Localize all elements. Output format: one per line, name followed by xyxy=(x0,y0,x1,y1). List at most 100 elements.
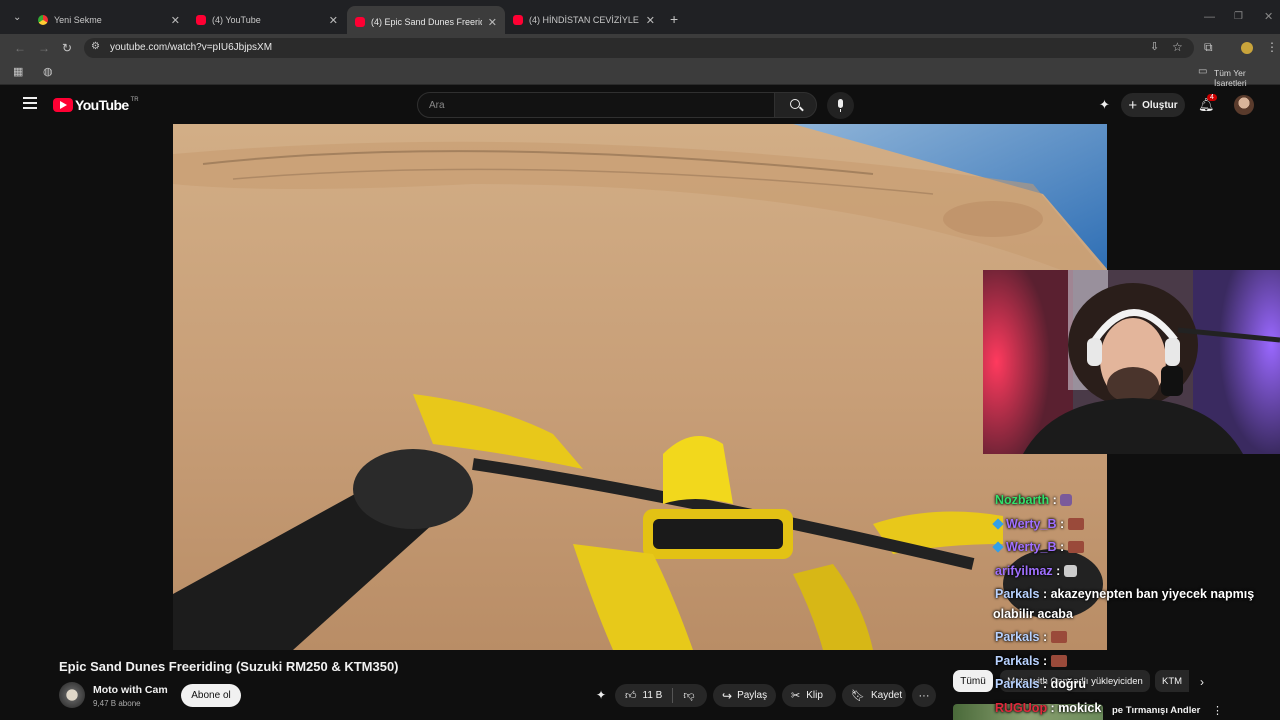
emote-icon xyxy=(1050,631,1067,643)
share-label: Paylaş xyxy=(737,690,768,701)
forward-icon[interactable]: → xyxy=(38,42,50,54)
save-label: Kaydet xyxy=(870,690,903,701)
site-info-icon[interactable]: ⚙ xyxy=(91,42,100,52)
extensions-icon[interactable]: ⧉ xyxy=(1204,41,1213,53)
chat-message: RUGUop : mokick xyxy=(995,701,1102,715)
search-placeholder: Ara xyxy=(429,100,445,111)
chat-text: akazeynepten ban yiyecek napmış xyxy=(1050,587,1255,601)
region-code: TR xyxy=(130,97,139,103)
chat-text: doğru xyxy=(1050,677,1087,691)
chat-username: Parkals xyxy=(995,654,1040,668)
close-tab-icon[interactable]: ✕ xyxy=(646,14,655,27)
chrome-menu-icon[interactable]: ⋮ xyxy=(1266,41,1278,53)
bookmark-globe-icon[interactable]: ◍ xyxy=(43,67,53,78)
dislike-button[interactable]: 👎︎ xyxy=(673,689,694,702)
thumbs-down-icon: 👎︎ xyxy=(683,690,695,702)
clip-button[interactable]: ✂ Klip xyxy=(782,684,836,707)
chat-text: mokick xyxy=(1058,701,1102,715)
browser-tab-new[interactable]: Yeni Sekme ✕ xyxy=(30,8,188,32)
chat-message: Parkals : xyxy=(995,630,1067,644)
chat-username: Werty_B xyxy=(1006,540,1057,554)
youtube-play-icon xyxy=(53,98,73,112)
video-player[interactable] xyxy=(173,124,1107,650)
tab-title: (4) HİNDİSTAN CEVİZİYLE HAPİ xyxy=(529,15,640,25)
video-menu-icon[interactable]: ⋮ xyxy=(1212,706,1223,717)
chat-username: Werty_B xyxy=(1006,517,1057,531)
browser-tab-hindistan[interactable]: (4) HİNDİSTAN CEVİZİYLE HAPİ ✕ xyxy=(505,8,663,32)
emote-icon xyxy=(1067,518,1084,530)
create-button[interactable]: + Oluştur xyxy=(1121,93,1185,117)
notifications-button[interactable]: 🔔︎ 4 xyxy=(1198,94,1217,114)
youtube-logo-text: YouTube xyxy=(75,97,129,113)
search-input[interactable]: Ara xyxy=(417,92,775,118)
like-button[interactable]: 👍︎ 11 B xyxy=(615,689,662,702)
subscriber-badge-icon xyxy=(992,541,1004,553)
search-button[interactable] xyxy=(774,92,817,118)
subscriber-count: 9,47 B abone xyxy=(93,699,141,708)
all-bookmarks-link[interactable]: Tüm Yer İşaretleri xyxy=(1214,68,1280,88)
close-tab-icon[interactable]: ✕ xyxy=(171,14,180,27)
emote-icon xyxy=(1067,541,1084,553)
chat-message: Parkals : xyxy=(995,654,1067,668)
studio-icon[interactable]: ✦ xyxy=(596,689,606,701)
emote-icon xyxy=(1060,494,1073,506)
folder-icon: ▭ xyxy=(1198,66,1208,77)
address-bar[interactable]: ⚙ youtube.com/watch?v=pIU6JbjpsXM ⇩ ☆ xyxy=(84,38,1194,58)
chat-username: arifyilmaz xyxy=(995,564,1053,578)
tab-search-icon[interactable]: ⌄ xyxy=(13,13,21,23)
chat-username: Parkals xyxy=(995,587,1040,601)
thumbs-up-icon: 👍︎ xyxy=(625,690,637,702)
emote-icon xyxy=(1063,565,1077,577)
chat-username: Nozbarth xyxy=(995,493,1050,507)
more-icon: ··· xyxy=(918,689,930,702)
channel-name[interactable]: Moto with Cam xyxy=(93,684,168,696)
tab-title: (4) Epic Sand Dunes Freeriding xyxy=(371,17,482,27)
scissors-icon: ✂ xyxy=(791,690,801,702)
voice-search-button[interactable] xyxy=(827,92,854,119)
chat-text: olabilir acaba xyxy=(993,607,1073,621)
chat-message: Parkals : akazeynepten ban yiyecek napmı… xyxy=(995,587,1255,601)
next-video-title[interactable]: pe Tırmanışı Andler xyxy=(1112,705,1200,716)
install-app-icon[interactable]: ⇩ xyxy=(1150,42,1159,53)
streamer-webcam xyxy=(983,270,1280,454)
chrome-icon xyxy=(38,15,48,25)
youtube-logo[interactable]: YouTube TR xyxy=(53,97,139,113)
chat-username: Parkals xyxy=(995,630,1040,644)
chat-message: Werty_B : xyxy=(992,540,1084,554)
maximize-icon[interactable]: ❐ xyxy=(1234,12,1243,22)
microphone-icon xyxy=(838,99,843,108)
studio-icon[interactable]: ✦ xyxy=(1099,98,1110,111)
close-window-icon[interactable]: ✕ xyxy=(1264,12,1273,23)
youtube-icon xyxy=(513,15,523,25)
back-icon[interactable]: ← xyxy=(14,42,26,54)
close-tab-icon[interactable]: ✕ xyxy=(329,14,338,27)
chat-username: Parkals xyxy=(995,677,1040,691)
channel-avatar[interactable] xyxy=(59,682,85,708)
chat-username: RUGUop xyxy=(995,701,1048,715)
new-tab-plus-icon[interactable]: + xyxy=(670,12,678,26)
browser-tab-youtube[interactable]: (4) YouTube ✕ xyxy=(188,8,346,32)
minimize-icon[interactable]: — xyxy=(1204,12,1215,23)
account-avatar[interactable] xyxy=(1234,95,1254,115)
chevron-right-icon[interactable]: › xyxy=(1200,676,1204,688)
webcam-frame xyxy=(983,270,1280,454)
bookmark-star-icon[interactable]: ☆ xyxy=(1172,41,1183,53)
chat-message: Parkals : doğru xyxy=(995,677,1087,691)
chat-message: Nozbarth : xyxy=(995,493,1073,507)
emote-icon xyxy=(1050,655,1067,667)
profile-avatar-small[interactable] xyxy=(1241,42,1253,54)
browser-tab-strip: ⌄ Yeni Sekme ✕ (4) YouTube ✕ (4) Epic Sa… xyxy=(0,0,1280,38)
chip-all[interactable]: Tümü xyxy=(953,670,993,692)
subscribe-button[interactable]: Abone ol xyxy=(181,684,241,707)
close-tab-icon[interactable]: ✕ xyxy=(488,16,497,29)
chat-message-continued: olabilir acaba xyxy=(993,607,1073,621)
share-button[interactable]: ↪ Paylaş xyxy=(713,684,776,707)
hamburger-menu-icon[interactable] xyxy=(23,97,37,109)
reload-icon[interactable]: ↻ xyxy=(62,42,72,54)
chip-ktm[interactable]: KTM xyxy=(1155,670,1189,692)
youtube-icon xyxy=(196,15,206,25)
more-actions-button[interactable]: ··· xyxy=(912,684,936,707)
like-count: 11 B xyxy=(642,690,663,701)
apps-grid-icon[interactable]: ▦ xyxy=(13,67,23,78)
save-button[interactable]: 🔖︎ Kaydet xyxy=(842,684,906,707)
